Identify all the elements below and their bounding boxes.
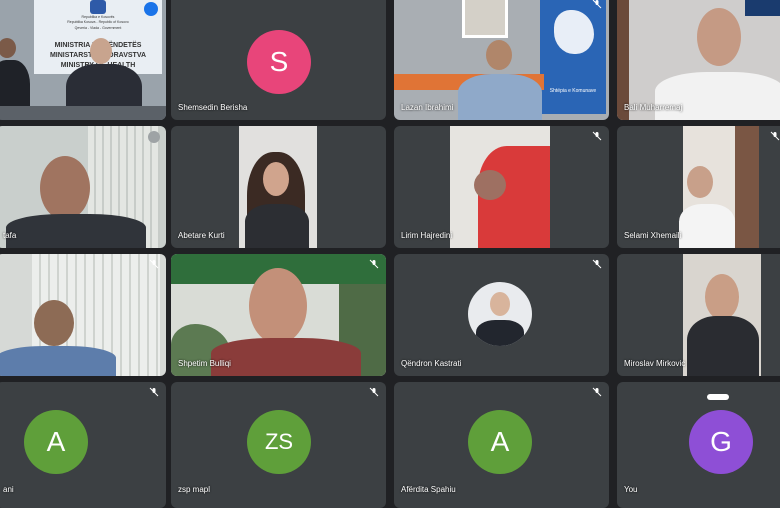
participant-figure — [679, 204, 735, 248]
avatar: ZS — [247, 410, 311, 474]
participant-figure — [458, 74, 542, 120]
participant-tile[interactable]: Lirim Hajredini — [394, 126, 609, 248]
participant-figure — [263, 162, 289, 196]
participant-figure — [211, 338, 361, 376]
participant-tile-ministry[interactable]: Republika e Kosovës Republika Kosova - R… — [0, 0, 166, 120]
participant-figure — [245, 204, 309, 248]
participant-tile[interactable]: Shpetim Bulliqi — [171, 254, 386, 376]
video-feed — [239, 126, 317, 248]
participant-figure — [486, 40, 512, 70]
participant-figure — [687, 316, 759, 376]
avatar: A — [24, 410, 88, 474]
video-feed — [683, 254, 761, 376]
flag-icon — [144, 2, 158, 16]
participant-name: You — [624, 485, 638, 494]
participant-figure — [40, 156, 90, 220]
participant-name: Miroslav Mirkovic — [624, 359, 686, 368]
avatar: S — [247, 30, 311, 94]
door — [735, 126, 759, 248]
participant-figure — [6, 214, 146, 248]
participant-name: Bali Muharremaj — [624, 103, 683, 112]
participant-figure — [34, 300, 74, 346]
kosovo-map-poster: Shtëpia e Komunave — [540, 0, 606, 114]
poster-text: Shtëpia e Komunave — [549, 88, 597, 94]
self-view-tile[interactable]: G You — [617, 382, 780, 508]
participant-name: tafa — [3, 231, 17, 240]
participant-figure — [490, 292, 510, 316]
banner-line: Qeveria - Vlada - Government — [74, 26, 122, 30]
participant-tile[interactable]: Miroslav Mirkovic — [617, 254, 780, 376]
participant-figure — [474, 170, 506, 200]
wall-frame — [462, 0, 508, 38]
participant-figure — [705, 274, 739, 320]
participant-name: Afërdita Spahiu — [401, 485, 456, 494]
mic-muted-icon — [591, 386, 603, 398]
participant-figure — [687, 166, 713, 198]
participant-tile[interactable] — [0, 254, 166, 376]
mic-muted-icon — [368, 258, 380, 270]
participant-name: Abetare Kurti — [178, 231, 225, 240]
mic-muted-icon — [148, 258, 160, 270]
participant-tile[interactable]: ZS zsp mapl — [171, 382, 386, 508]
participant-tile[interactable]: Selami Xhemaili — [617, 126, 780, 248]
participant-figure — [90, 38, 112, 64]
participant-name: Lazan Ibrahimi — [401, 103, 454, 112]
video-feed — [450, 126, 550, 248]
mic-muted-icon — [591, 0, 603, 10]
participant-name: Shpetim Bulliqi — [178, 359, 231, 368]
coat-of-arms-icon — [90, 0, 106, 14]
avatar: A — [468, 410, 532, 474]
participant-figure — [655, 72, 780, 120]
participant-tile[interactable]: Qëndron Kastrati — [394, 254, 609, 376]
mic-muted-icon — [148, 131, 160, 143]
participant-tile[interactable]: Shtëpia e Komunave Lazan Ibrahimi — [394, 0, 609, 120]
participant-name: Qëndron Kastrati — [401, 359, 462, 368]
participant-tile[interactable]: tafa — [0, 126, 166, 248]
screen-corner — [745, 0, 780, 16]
participant-name: Selami Xhemaili — [624, 231, 682, 240]
participant-figure — [249, 268, 307, 344]
mic-muted-icon — [591, 130, 603, 142]
participant-name: ani — [3, 485, 14, 494]
participant-tile[interactable]: Abetare Kurti — [171, 126, 386, 248]
participant-figure — [697, 8, 741, 66]
participant-figure — [476, 320, 524, 346]
avatar: G — [689, 410, 753, 474]
banner-line: Republika Kosova - Republic of Kosovo — [67, 20, 129, 24]
self-indicator-icon — [707, 394, 729, 400]
participant-tile[interactable]: A Afërdita Spahiu — [394, 382, 609, 508]
participant-tile[interactable]: A ani — [0, 382, 166, 508]
participant-tile[interactable]: S Shemsedin Berisha — [171, 0, 386, 120]
mic-muted-icon — [368, 386, 380, 398]
mic-muted-icon — [148, 386, 160, 398]
participant-name: Shemsedin Berisha — [178, 103, 248, 112]
participant-figure — [0, 346, 116, 376]
participant-tile[interactable]: Bali Muharremaj — [617, 0, 780, 120]
participant-figure — [0, 38, 16, 58]
banner-line: Republika e Kosovës — [81, 15, 115, 19]
profile-photo — [468, 282, 532, 346]
window — [617, 0, 629, 120]
participant-name: zsp mapl — [178, 485, 211, 494]
mic-muted-icon — [591, 258, 603, 270]
map-shape — [554, 10, 594, 54]
video-feed — [679, 126, 759, 248]
table — [0, 106, 166, 120]
mic-muted-icon — [769, 130, 780, 142]
participant-name: Lirim Hajredini — [401, 231, 453, 240]
